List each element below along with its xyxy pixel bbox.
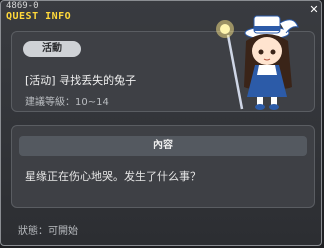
window-title: QUEST INFO (6, 11, 72, 22)
quest-id: 4869-0 (6, 1, 39, 11)
quest-name: [活动] 寻找丢失的兔子 (25, 74, 137, 87)
quest-level-requirement: 建議等級：10~14 (25, 97, 109, 108)
content-header: 內容 (19, 136, 307, 156)
quest-content-panel: 內容 星缘正在伤心地哭。发生了什么事？ (11, 125, 315, 208)
category-badge: 活動 (23, 41, 81, 57)
quest-info-window: 4869-0 QUEST INFO ✕ 活動 [活动] 寻找丢失的兔子 建議等級… (0, 0, 322, 246)
content-text: 星缘正在伤心地哭。发生了什么事？ (25, 170, 201, 183)
npc-portrait (216, 15, 299, 110)
quest-status: 狀態：可開始 (18, 226, 78, 237)
